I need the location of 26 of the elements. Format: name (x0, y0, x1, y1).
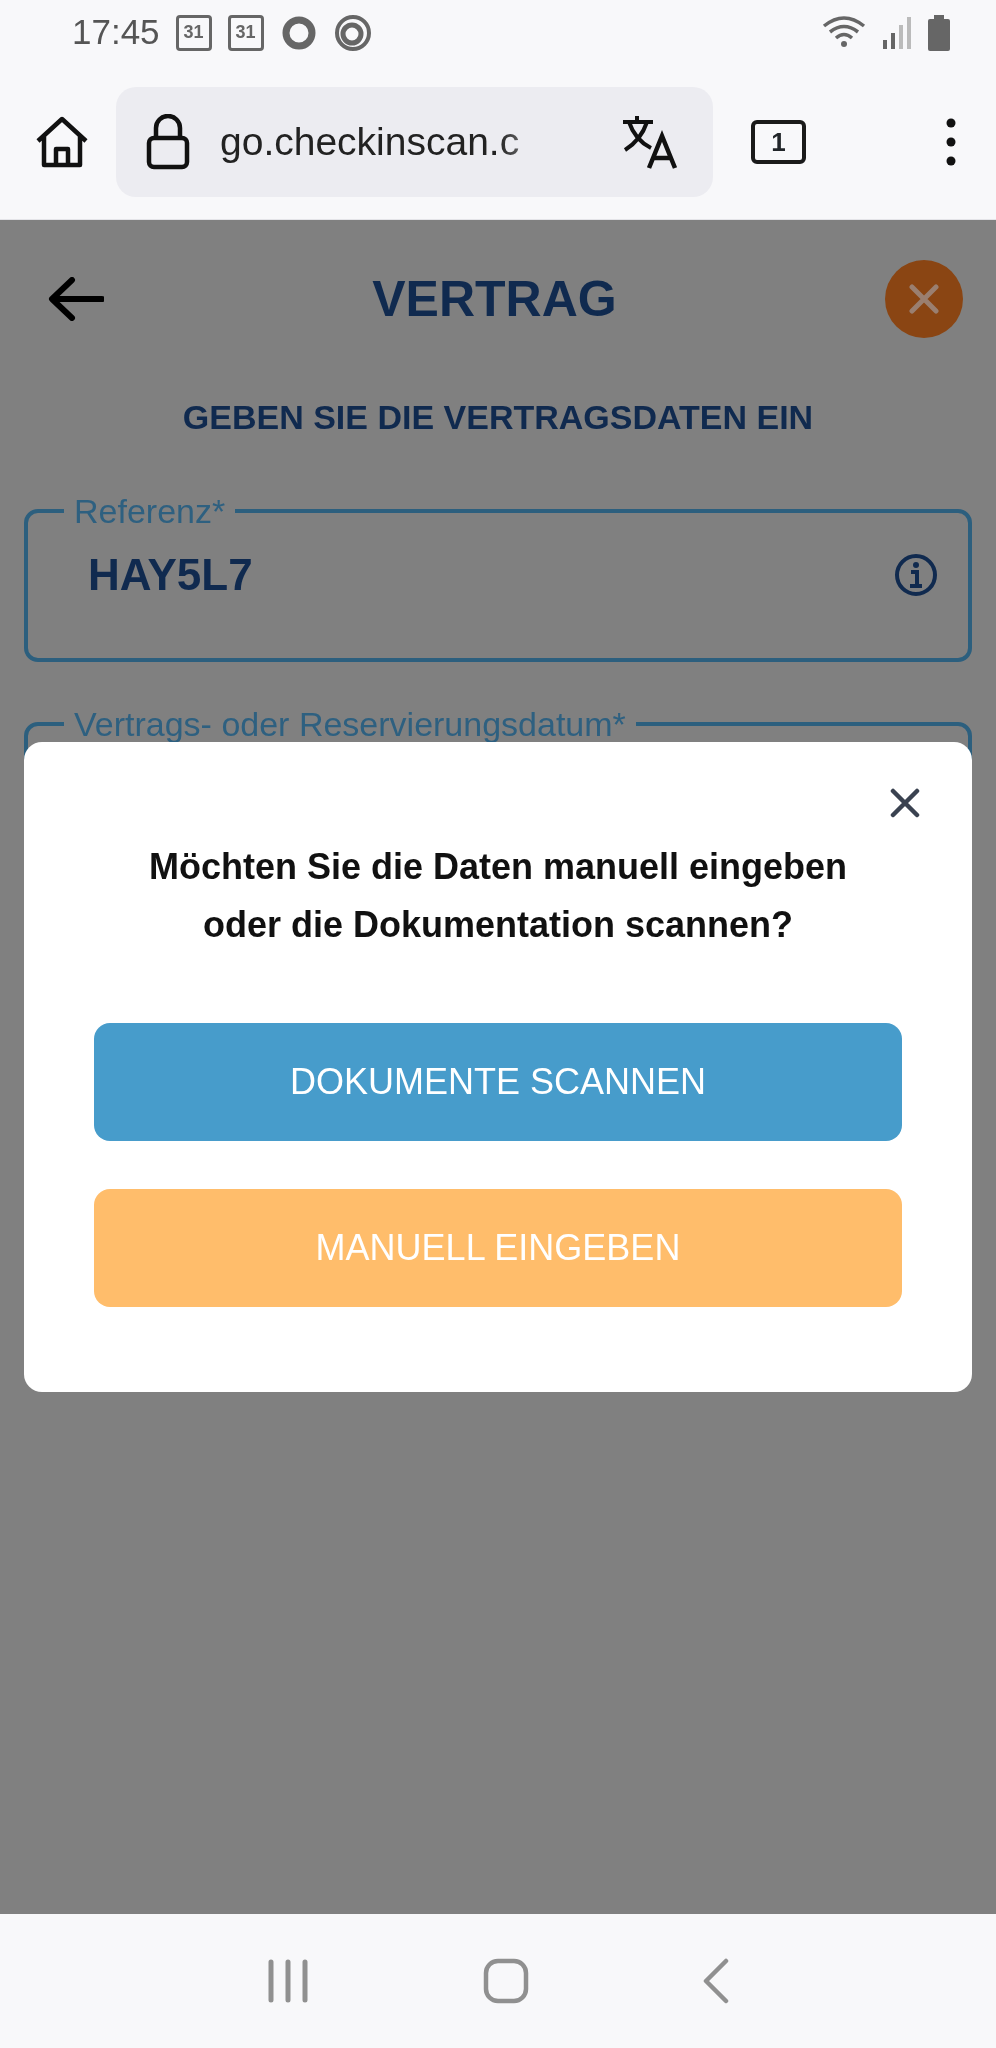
lock-icon (146, 114, 190, 170)
url-text: go.checkinscan.c (220, 118, 521, 165)
tab-count-button[interactable]: 1 (751, 120, 806, 164)
info-icon[interactable] (894, 552, 938, 597)
page-title: VERTRAG (372, 270, 617, 329)
translate-icon[interactable] (621, 114, 679, 170)
battery-icon (928, 14, 950, 51)
more-menu-icon[interactable] (946, 118, 956, 166)
home-icon[interactable] (34, 115, 90, 169)
dialog-message: Möchten Sie die Daten manuell eingeben oder die Dokumentation scannen? (147, 845, 849, 947)
calendar-icon: 31 (175, 14, 212, 51)
field-value: HAY5L7 (88, 548, 253, 601)
back-arrow-icon[interactable] (48, 277, 104, 321)
recent-apps-icon[interactable] (267, 1959, 309, 2003)
back-icon[interactable] (703, 1958, 729, 2004)
calendar-icon: 31 (227, 14, 264, 51)
address-bar[interactable]: go.checkinscan.c (116, 87, 713, 197)
signal-icon (882, 15, 912, 50)
home-button-icon[interactable] (483, 1958, 529, 2004)
status-time: 17:45 (72, 11, 160, 54)
ring-icon (333, 13, 372, 52)
wifi-icon (822, 15, 866, 50)
close-icon (909, 284, 939, 314)
page-subtitle: GEBEN SIE DIE VERTRAGSDATEN EIN (181, 397, 815, 438)
close-icon (890, 788, 920, 818)
scan-documents-button[interactable]: DOKUMENTE SCANNEN (94, 1023, 902, 1142)
